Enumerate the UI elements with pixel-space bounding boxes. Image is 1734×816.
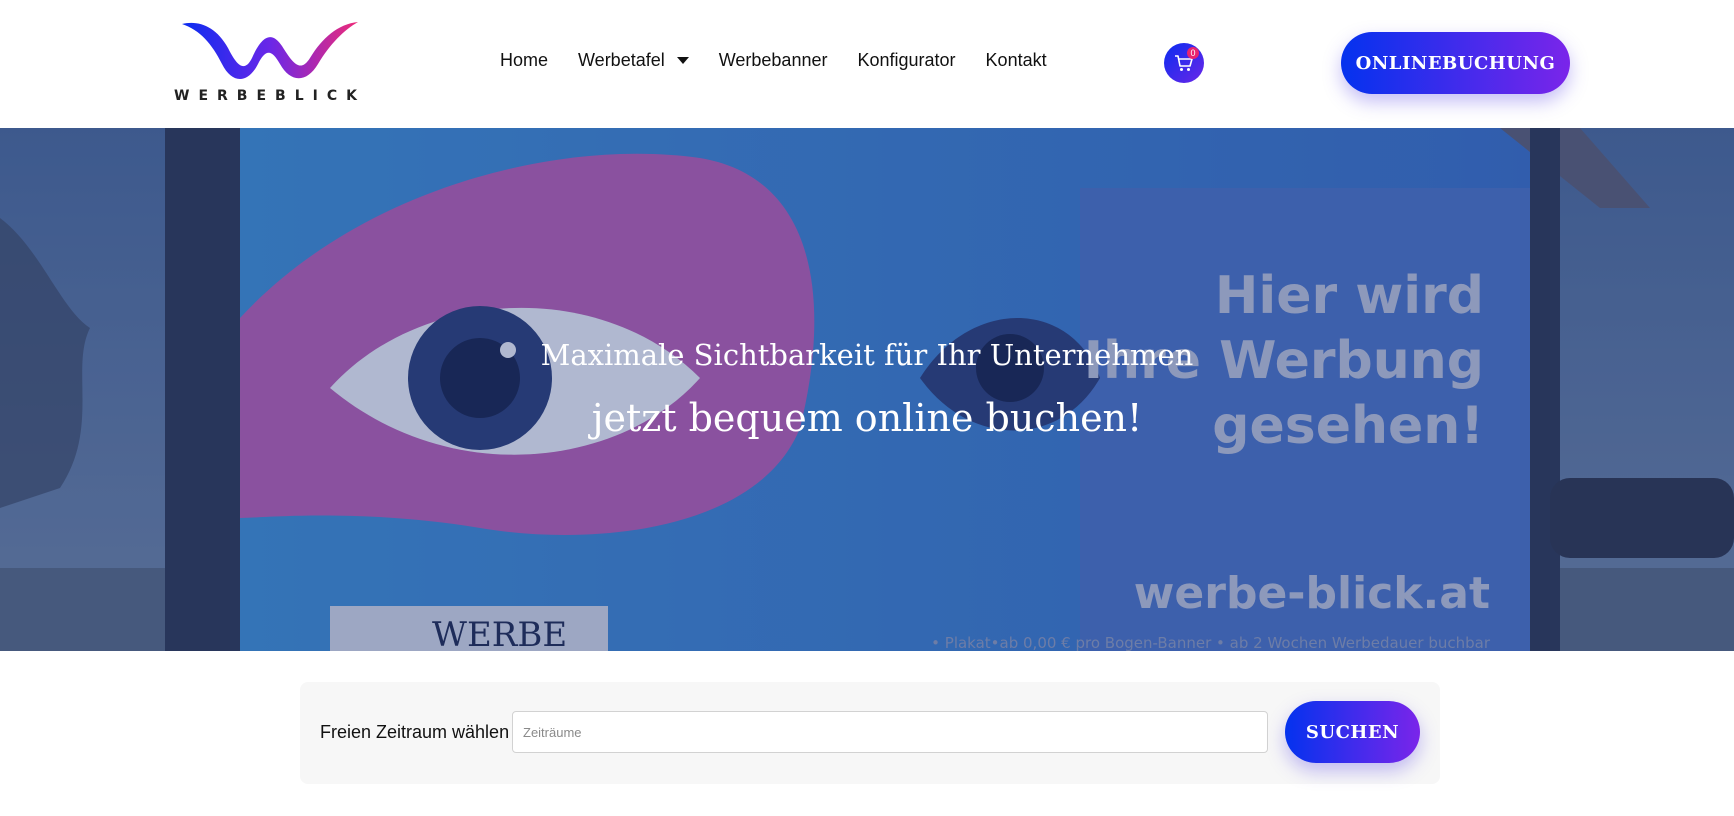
logo-mark-icon <box>182 22 358 79</box>
nav-item-home[interactable]: Home <box>500 50 548 71</box>
nav-item-werbebanner[interactable]: Werbebanner <box>719 50 828 71</box>
cart-button[interactable]: 0 <box>1164 43 1204 83</box>
date-range-input[interactable] <box>512 711 1268 753</box>
hero-title: jetzt bequem online buchen! <box>591 396 1143 440</box>
main-nav: Home Werbetafel Werbebanner Konfigurator… <box>500 50 1077 71</box>
nav-item-label: Werbetafel <box>578 50 665 70</box>
search-button[interactable]: SUCHEN <box>1285 701 1420 763</box>
logo[interactable]: WERBEBLICK <box>172 18 368 108</box>
onlinebuchung-button[interactable]: ONLINEBUCHUNG <box>1341 32 1570 94</box>
nav-item-konfigurator[interactable]: Konfigurator <box>857 50 955 71</box>
nav-item-label: Werbebanner <box>718 50 828 70</box>
site-header: WERBEBLICK Home Werbetafel Werbebanner K… <box>0 0 1734 128</box>
search-label: Freien Zeitraum wählen <box>320 722 510 742</box>
nav-item-kontakt[interactable]: Kontakt <box>986 50 1047 71</box>
hero-section: Hier wird Ihre Werbung gesehen! werbe-bl… <box>0 128 1734 651</box>
nav-item-label: Kontakt <box>985 50 1047 70</box>
nav-item-label: Home <box>500 50 549 70</box>
hero-subtitle: Maximale Sichtbarkeit für Ihr Unternehme… <box>540 338 1194 372</box>
logo-text: WERBEBLICK <box>174 88 366 104</box>
nav-item-label: Konfigurator <box>857 50 956 70</box>
chevron-down-icon[interactable] <box>676 57 689 64</box>
cart-count-badge: 0 <box>1187 47 1199 59</box>
hero-overlay <box>0 128 1734 651</box>
nav-item-werbetafel[interactable]: Werbetafel <box>578 50 689 71</box>
availability-search-panel: Freien Zeitraum wählen SUCHEN <box>300 682 1440 784</box>
